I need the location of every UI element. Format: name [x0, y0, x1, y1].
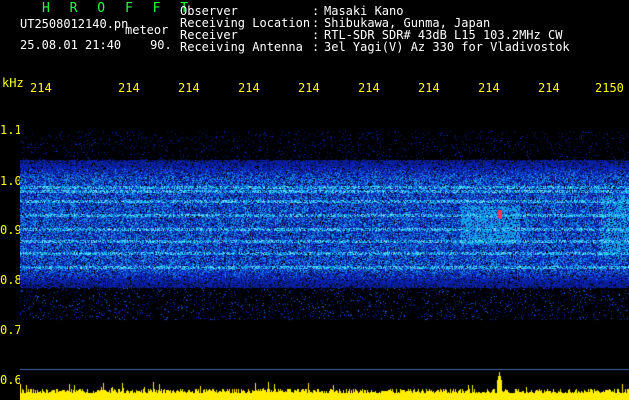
spectrogram-plot — [20, 95, 629, 400]
frequency-tick: 0.7 — [0, 323, 22, 337]
frequency-tick: 1.1 — [0, 123, 22, 137]
frequency-tick: 0.9 — [0, 223, 22, 237]
mode-label: meteor — [125, 23, 169, 37]
time-tick: 214 — [30, 81, 52, 95]
date-time: 25.08.01 21:40 90. — [20, 39, 172, 52]
time-tick: 2150 — [595, 81, 624, 95]
interval-value: 90. — [150, 38, 172, 52]
time-tick: 214 — [118, 81, 140, 95]
frequency-tick: 1.0 — [0, 174, 22, 188]
time-tick: 214 — [178, 81, 200, 95]
frequency-tick: 0.6 — [0, 373, 22, 387]
time-axis: kHz 214 214 214 214 2145 2146 2147 2148 … — [0, 76, 629, 95]
info-value: 3el Yagi(V) Az 330 for Vladivostok — [324, 40, 570, 54]
date-time-value: 25.08.01 21:40 — [20, 38, 122, 52]
file-name: UT2508012140.pn — [20, 17, 129, 31]
frequency-tick: 0.8 — [0, 273, 22, 287]
info-label: Receiving Antenna — [180, 40, 303, 54]
frequency-axis: 1.1 1.0 0.9 0.8 0.7 0.6 — [0, 0, 22, 400]
time-tick: 2148 — [478, 81, 500, 95]
time-tick: 2146 — [358, 81, 380, 95]
time-tick: 2147 — [418, 81, 440, 95]
spectrogram-canvas — [20, 95, 629, 400]
station-info: Observer : Masaki Kano Receiving Locatio… — [180, 5, 570, 53]
hroft-window: H R O F F T UT2508012140.pn meteor 25.08… — [0, 0, 629, 400]
info-separator: : — [312, 40, 320, 54]
time-tick: 2149 — [538, 81, 560, 95]
time-tick: 214 — [238, 81, 260, 95]
info-row-antenna: Receiving Antenna : 3el Yagi(V) Az 330 f… — [180, 41, 570, 53]
time-tick: 2145 — [298, 81, 320, 95]
app-title: H R O F F T — [42, 1, 195, 16]
